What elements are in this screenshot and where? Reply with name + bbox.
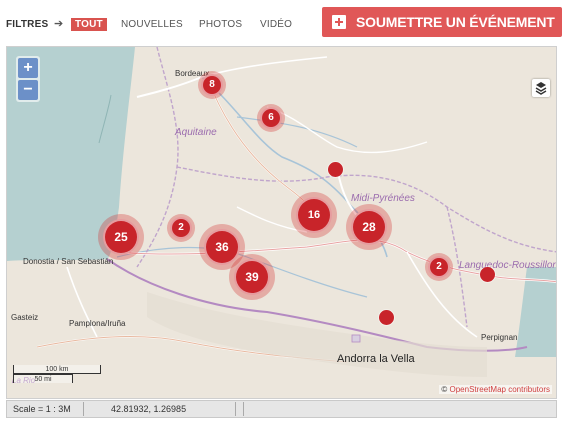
status-separator (83, 402, 84, 416)
place-label-pamplona: Pamplona/Iruña (69, 319, 126, 328)
place-label-perpignan: Perpignan (481, 333, 518, 342)
cluster-marker-gers-west[interactable]: 2 (167, 214, 195, 242)
zoom-in-button[interactable]: + (18, 58, 38, 78)
scale-mi: 50 mi (13, 374, 73, 383)
map-basemap (7, 47, 556, 377)
status-separator (235, 402, 236, 416)
map-coordinates-readout: 42.81932, 1.26985 (111, 404, 187, 414)
cluster-count: 36 (204, 229, 240, 265)
osm-attribution-link[interactable]: OpenStreetMap contributors (450, 385, 551, 394)
cluster-count: 2 (170, 217, 192, 239)
cluster-marker-beziers[interactable]: 2 (425, 253, 453, 281)
submit-event-button[interactable]: SOUMETTRE UN ÉVÉNEMENT (322, 7, 562, 37)
arrow-right-icon: ➔ (54, 18, 64, 30)
cluster-count: 6 (260, 107, 282, 129)
tab-tout[interactable]: TOUT (71, 18, 107, 31)
tab-video[interactable]: VIDÉO (260, 19, 292, 30)
plus-square-icon (332, 15, 346, 29)
cluster-count: 39 (234, 259, 270, 295)
cluster-count: 16 (296, 197, 332, 233)
status-separator (243, 402, 244, 416)
map-attribution: © OpenStreetMap contributors (439, 385, 552, 394)
cluster-count: 8 (201, 74, 223, 96)
cluster-count: 28 (351, 209, 387, 245)
layers-button[interactable] (532, 79, 550, 97)
cluster-marker-tarbes[interactable]: 39 (229, 254, 275, 300)
cluster-marker-montauban[interactable]: 16 (291, 192, 337, 238)
event-marker-cahors[interactable] (328, 162, 343, 177)
zoom-control: + − (16, 56, 40, 102)
place-label-gasteiz: Gasteiz (11, 313, 39, 322)
scale-km: 100 km (13, 365, 101, 374)
cluster-marker-toulouse[interactable]: 28 (346, 204, 392, 250)
cluster-count: 2 (428, 256, 450, 278)
cluster-marker-landes[interactable]: 25 (98, 214, 144, 260)
place-label-donostia: Donostia / San Sebastián (23, 257, 114, 266)
cluster-marker-dordogne[interactable]: 6 (257, 104, 285, 132)
filters-label: FILTRES (6, 19, 49, 30)
tab-photos[interactable]: PHOTOS (199, 19, 242, 30)
events-map[interactable]: + − Bordeaux Aquitaine Midi-Pyrénées Don… (6, 46, 557, 399)
submit-event-label: SOUMETTRE UN ÉVÉNEMENT (356, 14, 555, 30)
map-scale-readout: Scale = 1 : 3M (13, 404, 71, 414)
event-marker-montpellier[interactable] (480, 267, 495, 282)
cluster-marker-bordeaux[interactable]: 8 (198, 71, 226, 99)
filter-bar: FILTRES ➔ TOUT NOUVELLES PHOTOS VIDÉO SO… (0, 0, 563, 44)
place-label-andorra: Andorra la Vella (337, 353, 415, 365)
copyright-symbol: © (441, 385, 448, 394)
zoom-out-button[interactable]: − (18, 80, 38, 100)
region-label-midi-pyrenees: Midi-Pyrénées (351, 193, 415, 204)
map-scale-bar: 100 km 50 mi (13, 365, 101, 385)
tab-nouvelles[interactable]: NOUVELLES (121, 19, 183, 30)
event-marker-ariege[interactable] (379, 310, 394, 325)
cluster-count: 25 (103, 219, 139, 255)
region-label-languedoc: Languedoc-Roussillon (459, 260, 557, 271)
map-status-bar: Scale = 1 : 3M 42.81932, 1.26985 (6, 400, 557, 418)
layers-icon (535, 82, 547, 95)
region-label-aquitaine: Aquitaine (175, 127, 217, 138)
